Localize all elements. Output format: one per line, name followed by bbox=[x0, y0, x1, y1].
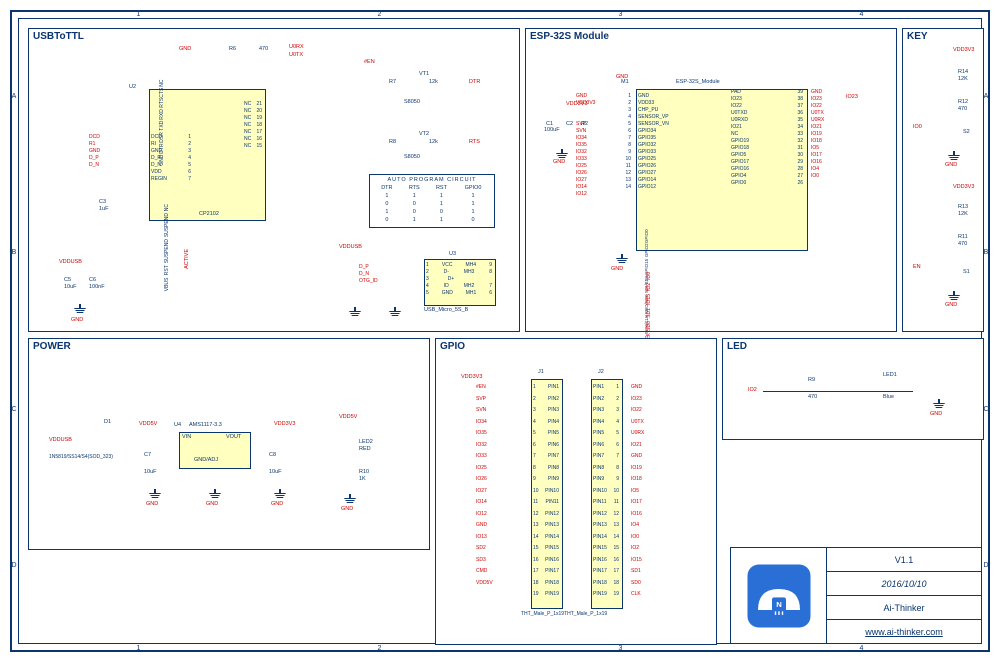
gpio-j2-rows: PIN11PIN22PIN33PIN44PIN55PIN66PIN77PIN88… bbox=[593, 382, 619, 601]
cp2102-left-nets: DCD R1 GND D_P D_N bbox=[89, 134, 149, 169]
ruler-left: ABCD bbox=[10, 18, 18, 644]
cp2102-bot: VBUSRSTSUSPENDSUSPENDNC bbox=[164, 204, 170, 291]
gnd-icon bbox=[349, 307, 361, 317]
gnd-icon bbox=[948, 291, 960, 301]
gnd-icon bbox=[556, 149, 568, 159]
c6v: 100nF bbox=[89, 284, 105, 290]
vt2-12k: 12k bbox=[429, 139, 438, 145]
net-vddusb1: VDDUSB bbox=[59, 259, 82, 265]
c5: C5 bbox=[64, 277, 71, 283]
esp-left-ext: GND1VDD3V3234SVP5SVN6IO347IO358IO329IO33… bbox=[576, 93, 631, 198]
gnd-icon bbox=[616, 254, 628, 264]
r8: R8 bbox=[389, 139, 396, 145]
cp2102-left-labels: DCD1 RI2 GND3 D_P4 D_N5 VDD6 REGIN7 bbox=[151, 134, 191, 183]
gnd-icon bbox=[149, 489, 161, 499]
svg-text:N: N bbox=[776, 600, 782, 609]
block-gpio: GPIO VDD3V3 J1 J2 #ENSVPSVNIO34IO35IO32I… bbox=[435, 338, 717, 645]
r2: R2 bbox=[581, 121, 588, 127]
block-key: KEY VDD3V3 R14 12K R12 470 IO0 S2 GND VD… bbox=[902, 28, 984, 332]
gnd-icon bbox=[933, 399, 945, 409]
esp-right-int: PAD39IO2338IO2237U0TXD36U0RXD35IO2134NC3… bbox=[731, 89, 803, 187]
tb-version: V1.1 bbox=[827, 548, 981, 572]
net-gnd-top: GND bbox=[179, 46, 191, 52]
c1v: 100uF bbox=[544, 127, 560, 133]
title-usbttl: USBToTTL bbox=[33, 31, 84, 42]
title-power: POWER bbox=[33, 341, 71, 352]
c6: C6 bbox=[89, 277, 96, 283]
vt1: VT1 bbox=[419, 71, 429, 77]
logo-aithinker: N bbox=[731, 548, 827, 643]
schematic-sheet: 1234 1234 ABCD ABCD USBToTTL CP2102 U2 D… bbox=[0, 0, 1000, 662]
ruler-bottom: 1234 bbox=[18, 644, 982, 652]
label-cp2102: CP2102 bbox=[199, 211, 219, 217]
gnd-icon bbox=[74, 304, 86, 314]
tb-url[interactable]: www.ai-thinker.com bbox=[865, 627, 943, 637]
net-u0tx: U0TX bbox=[289, 52, 303, 58]
block-esp32s: ESP-32S Module ESP-32S_Module M1 GND1VDD… bbox=[525, 28, 897, 332]
ref-u2: U2 bbox=[129, 84, 136, 90]
title-led: LED bbox=[727, 341, 747, 352]
title-key: KEY bbox=[907, 31, 928, 42]
c2: C2 bbox=[566, 121, 573, 127]
esp-left-int: GNDVDD33CHP_PUSENSOR_VPSENSOR_VNGPIO34GP… bbox=[638, 93, 718, 191]
gpio-right-nets: GNDIO23IO22U0TXU0RXIO21GNDIO19IO18IO5IO1… bbox=[631, 382, 691, 601]
gpio-left-nets: #ENSVPSVNIO34IO35IO32IO33IO25IO26IO27IO1… bbox=[476, 382, 526, 589]
net-rts: RTS bbox=[469, 139, 480, 145]
net-en: #EN bbox=[364, 59, 375, 65]
net-u0rx: U0RX bbox=[289, 44, 304, 50]
net-dtr: DTR bbox=[469, 79, 480, 85]
net-gnd-esp: GND bbox=[616, 74, 628, 80]
usb-footprint: USB_Micro_5S_B bbox=[424, 307, 468, 313]
net-vddusb2: VDDUSB bbox=[339, 244, 362, 250]
r6: R6 bbox=[229, 46, 236, 52]
titleblock: N V1.1 2016/10/10 Ai-Thinker www.ai-thin… bbox=[730, 547, 982, 644]
gnd-icon bbox=[209, 489, 221, 499]
cp2102-right: NC21 NC20 NC19 NC18 NC17 NC16 NC15 bbox=[244, 101, 262, 150]
s8050b: S8050 bbox=[404, 154, 420, 160]
net-active: ACTIVE bbox=[184, 249, 190, 269]
gnd-icon bbox=[389, 307, 401, 317]
c3v: 1uF bbox=[99, 206, 108, 212]
gpio-j1-rows: 1PIN12PIN23PIN34PIN45PIN56PIN67PIN78PIN8… bbox=[533, 382, 559, 601]
block-led: LED IO2 R9 470 LED1 Blue GND bbox=[722, 338, 984, 440]
title-esp: ESP-32S Module bbox=[530, 31, 609, 42]
esp-right-ext: GNDIO23IO22U0TXU0RXIO21IO19IO18IO5IO17IO… bbox=[811, 89, 866, 180]
block-power: POWER VDDUSB D1 1N5819/SS14/S4(SOD_323) … bbox=[28, 338, 430, 550]
gnd-icon bbox=[344, 494, 356, 504]
r6-val: 470 bbox=[259, 46, 268, 52]
auto-program-table: AUTO PROGRAM CIRCUIT DTRRTSRSTGPIO0 1111… bbox=[369, 174, 495, 228]
esp-name: ESP-32S_Module bbox=[676, 79, 720, 85]
r7: R7 bbox=[389, 79, 396, 85]
tb-date: 2016/10/10 bbox=[827, 572, 981, 596]
vt1-12k: 12k bbox=[429, 79, 438, 85]
tb-vendor: Ai-Thinker bbox=[827, 596, 981, 620]
c3: C3 bbox=[99, 199, 106, 205]
gnd-icon bbox=[948, 151, 960, 161]
s8050a: S8050 bbox=[404, 99, 420, 105]
c5v: 10uF bbox=[64, 284, 77, 290]
cp2102-top: GNDDTRDSRTXDRXDRTSCTSNC bbox=[159, 79, 165, 166]
u3: U3 bbox=[449, 251, 456, 257]
ruler-top: 1234 bbox=[18, 10, 982, 18]
u3-ext-left: D_P D_N OTG_ID bbox=[359, 264, 419, 285]
net-vdd3v3-esp: VDD3V3 bbox=[566, 101, 587, 107]
block-usbttl: USBToTTL CP2102 U2 DCD R1 GND D_P D_N DC… bbox=[28, 28, 520, 332]
u3-inside: 1VCCMH49 2D-MH38 3D+ 4IDMH27 5GNDMH16 bbox=[426, 262, 492, 297]
title-gpio: GPIO bbox=[440, 341, 465, 352]
gnd-icon bbox=[274, 489, 286, 499]
vt2: VT2 bbox=[419, 131, 429, 137]
